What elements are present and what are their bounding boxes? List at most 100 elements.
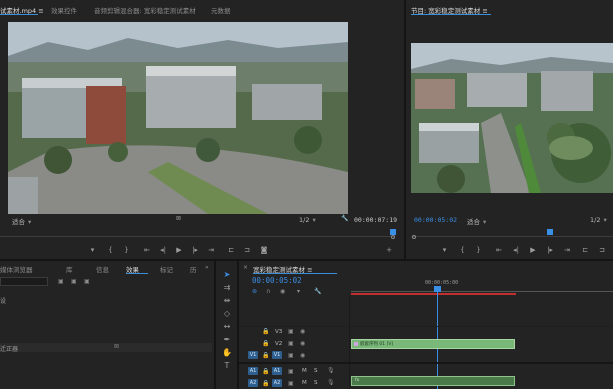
snap-icon[interactable]: ∩ [266, 288, 270, 295]
tab-effect-controls[interactable]: 效果控件 [51, 5, 77, 15]
ripple-edit-tool-icon[interactable]: ⇹ [222, 296, 232, 306]
timeline-timecode[interactable]: 00:00:05:02 [252, 276, 302, 285]
lock-icon[interactable]: 🔒 [262, 368, 269, 375]
track-select-tool-icon[interactable]: ⇉ [222, 283, 232, 293]
export-frame-icon[interactable]: ◙ [259, 246, 269, 255]
source-patch-a2[interactable]: A2 [248, 379, 258, 387]
program-tab-indicator [411, 14, 491, 15]
pen-tool-icon[interactable]: ✒ [222, 335, 232, 345]
wrench-icon[interactable]: 🔧 [341, 215, 348, 222]
linked-selection-icon[interactable]: ◉ [280, 288, 285, 295]
sync-lock-icon[interactable]: ▣ [288, 340, 294, 347]
hand-tool-icon[interactable]: ✋ [222, 348, 232, 358]
tab-metadata[interactable]: 元数据 [211, 5, 231, 15]
tab-markers[interactable]: 标记 [160, 264, 173, 274]
audio-clip[interactable]: fx [351, 376, 515, 386]
step-forward-icon[interactable]: |▸ [545, 246, 555, 255]
microphone-icon[interactable]: 🎙 [327, 379, 335, 386]
source-resolution-select[interactable]: 1/2 ▾ [299, 216, 316, 224]
overwrite-icon[interactable]: ⊐ [242, 246, 252, 255]
track-label-a2[interactable]: A2 [272, 379, 282, 387]
extract-icon[interactable]: ⊐ [597, 246, 607, 255]
step-back-icon[interactable]: ◂| [511, 246, 521, 255]
go-to-out-icon[interactable]: ⇥ [562, 246, 572, 255]
eye-icon[interactable]: ◉ [300, 340, 305, 347]
solo-button[interactable]: S [314, 380, 318, 386]
eye-icon[interactable]: ◉ [300, 328, 305, 335]
sync-lock-icon[interactable]: ▣ [288, 352, 294, 359]
sync-lock-icon[interactable]: ▣ [288, 328, 294, 335]
program-current-timecode[interactable]: 00:00:05:02 [414, 216, 457, 224]
tab-info[interactable]: 信息 [96, 264, 109, 274]
source-resolution-value: 1/2 [299, 216, 310, 224]
source-patch-v1[interactable]: V1 [248, 351, 258, 359]
effects-search-input[interactable] [0, 277, 48, 286]
eye-icon[interactable]: ◉ [300, 352, 305, 359]
tab-media-browser[interactable]: 媒体浏览器 [0, 264, 33, 274]
active-tab-indicator [0, 14, 38, 15]
sequence-tab-indicator [253, 273, 337, 274]
source-patch-a1[interactable]: A1 [248, 367, 258, 375]
microphone-icon[interactable]: 🎙 [327, 367, 335, 374]
nest-toggle-icon[interactable]: ⊛ [252, 288, 257, 295]
accelerated-effects-icon[interactable]: ▣ [58, 278, 64, 285]
wrench-icon[interactable]: 🔧 [314, 288, 321, 295]
insert-icon[interactable]: ⊏ [226, 246, 236, 255]
work-area-bar[interactable] [351, 293, 516, 295]
razor-tool-icon[interactable]: ◇ [222, 309, 232, 319]
timeline-ruler[interactable] [351, 288, 613, 292]
close-tab-icon[interactable]: × [243, 264, 248, 271]
sync-lock-icon[interactable]: ▣ [288, 368, 294, 375]
mark-in-icon[interactable]: { [106, 246, 115, 255]
lock-icon[interactable]: 🔒 [262, 328, 269, 335]
selection-tool-icon[interactable]: ➤ [222, 270, 232, 280]
lock-icon[interactable]: 🔒 [262, 340, 269, 347]
mark-in-icon[interactable]: { [458, 246, 467, 255]
play-icon[interactable]: ▶ [174, 246, 184, 255]
source-zoom-select[interactable]: 适合 ▾ [12, 216, 31, 226]
play-icon[interactable]: ▶ [528, 246, 538, 255]
step-back-icon[interactable]: ◂| [158, 246, 168, 255]
32bit-effects-icon[interactable]: ▣ [71, 278, 77, 285]
add-marker-icon[interactable]: ▾ [88, 246, 97, 255]
chevron-down-icon: ▾ [312, 216, 316, 224]
track-label-v2: V2 [275, 341, 283, 347]
program-zoom-select[interactable]: 适合 ▾ [467, 216, 486, 226]
yuv-effects-icon[interactable]: ▣ [84, 278, 90, 285]
add-marker-icon[interactable]: ▾ [440, 246, 449, 255]
mark-out-icon[interactable]: } [122, 246, 131, 255]
add-button-icon[interactable]: + [384, 246, 394, 255]
tab-audio-clip-mixer[interactable]: 音频剪辑混合器: 宽彩稳定测试素材 [94, 5, 196, 15]
source-timeline-nav-icon[interactable]: ⊠ [176, 215, 181, 222]
lock-icon[interactable]: 🔒 [262, 380, 269, 387]
mute-button[interactable]: M [302, 368, 307, 374]
program-playhead[interactable] [547, 229, 553, 235]
chevron-down-icon: ▾ [603, 216, 607, 224]
type-tool-icon[interactable]: T [222, 361, 232, 371]
mute-button[interactable]: M [302, 380, 307, 386]
add-marker-icon[interactable]: ▾ [297, 288, 300, 295]
mark-out-icon[interactable]: } [474, 246, 483, 255]
tab-library[interactable]: 库 [66, 264, 73, 274]
track-separator [239, 326, 613, 327]
video-clip-nested-sequence[interactable]: 嵌套序列 01 [V] [351, 339, 515, 349]
tab-history[interactable]: 历 [190, 264, 197, 274]
track-label-a1[interactable]: A1 [272, 367, 282, 375]
effects-row-1[interactable]: 设 [0, 296, 6, 305]
lift-icon[interactable]: ⊏ [580, 246, 590, 255]
ruler-mark: 00:00:05:00 [425, 280, 459, 286]
effects-selected-row[interactable]: 迁正器 ⊠ [0, 343, 212, 353]
sync-lock-icon[interactable]: ▣ [288, 380, 294, 387]
source-scrub-bar[interactable] [0, 236, 395, 237]
panel-overflow-icon[interactable]: » [205, 264, 209, 271]
lock-icon[interactable]: 🔒 [262, 352, 269, 359]
go-to-in-icon[interactable]: ⇤ [494, 246, 504, 255]
program-scrub-bar[interactable] [411, 236, 613, 237]
track-label-v1[interactable]: V1 [272, 351, 282, 359]
solo-button[interactable]: S [314, 368, 318, 374]
step-forward-icon[interactable]: |▸ [190, 246, 200, 255]
slip-tool-icon[interactable]: ↔ [222, 322, 232, 332]
program-resolution-select[interactable]: 1/2 ▾ [590, 216, 607, 224]
go-to-out-icon[interactable]: ⇥ [206, 246, 216, 255]
go-to-in-icon[interactable]: ⇤ [142, 246, 152, 255]
